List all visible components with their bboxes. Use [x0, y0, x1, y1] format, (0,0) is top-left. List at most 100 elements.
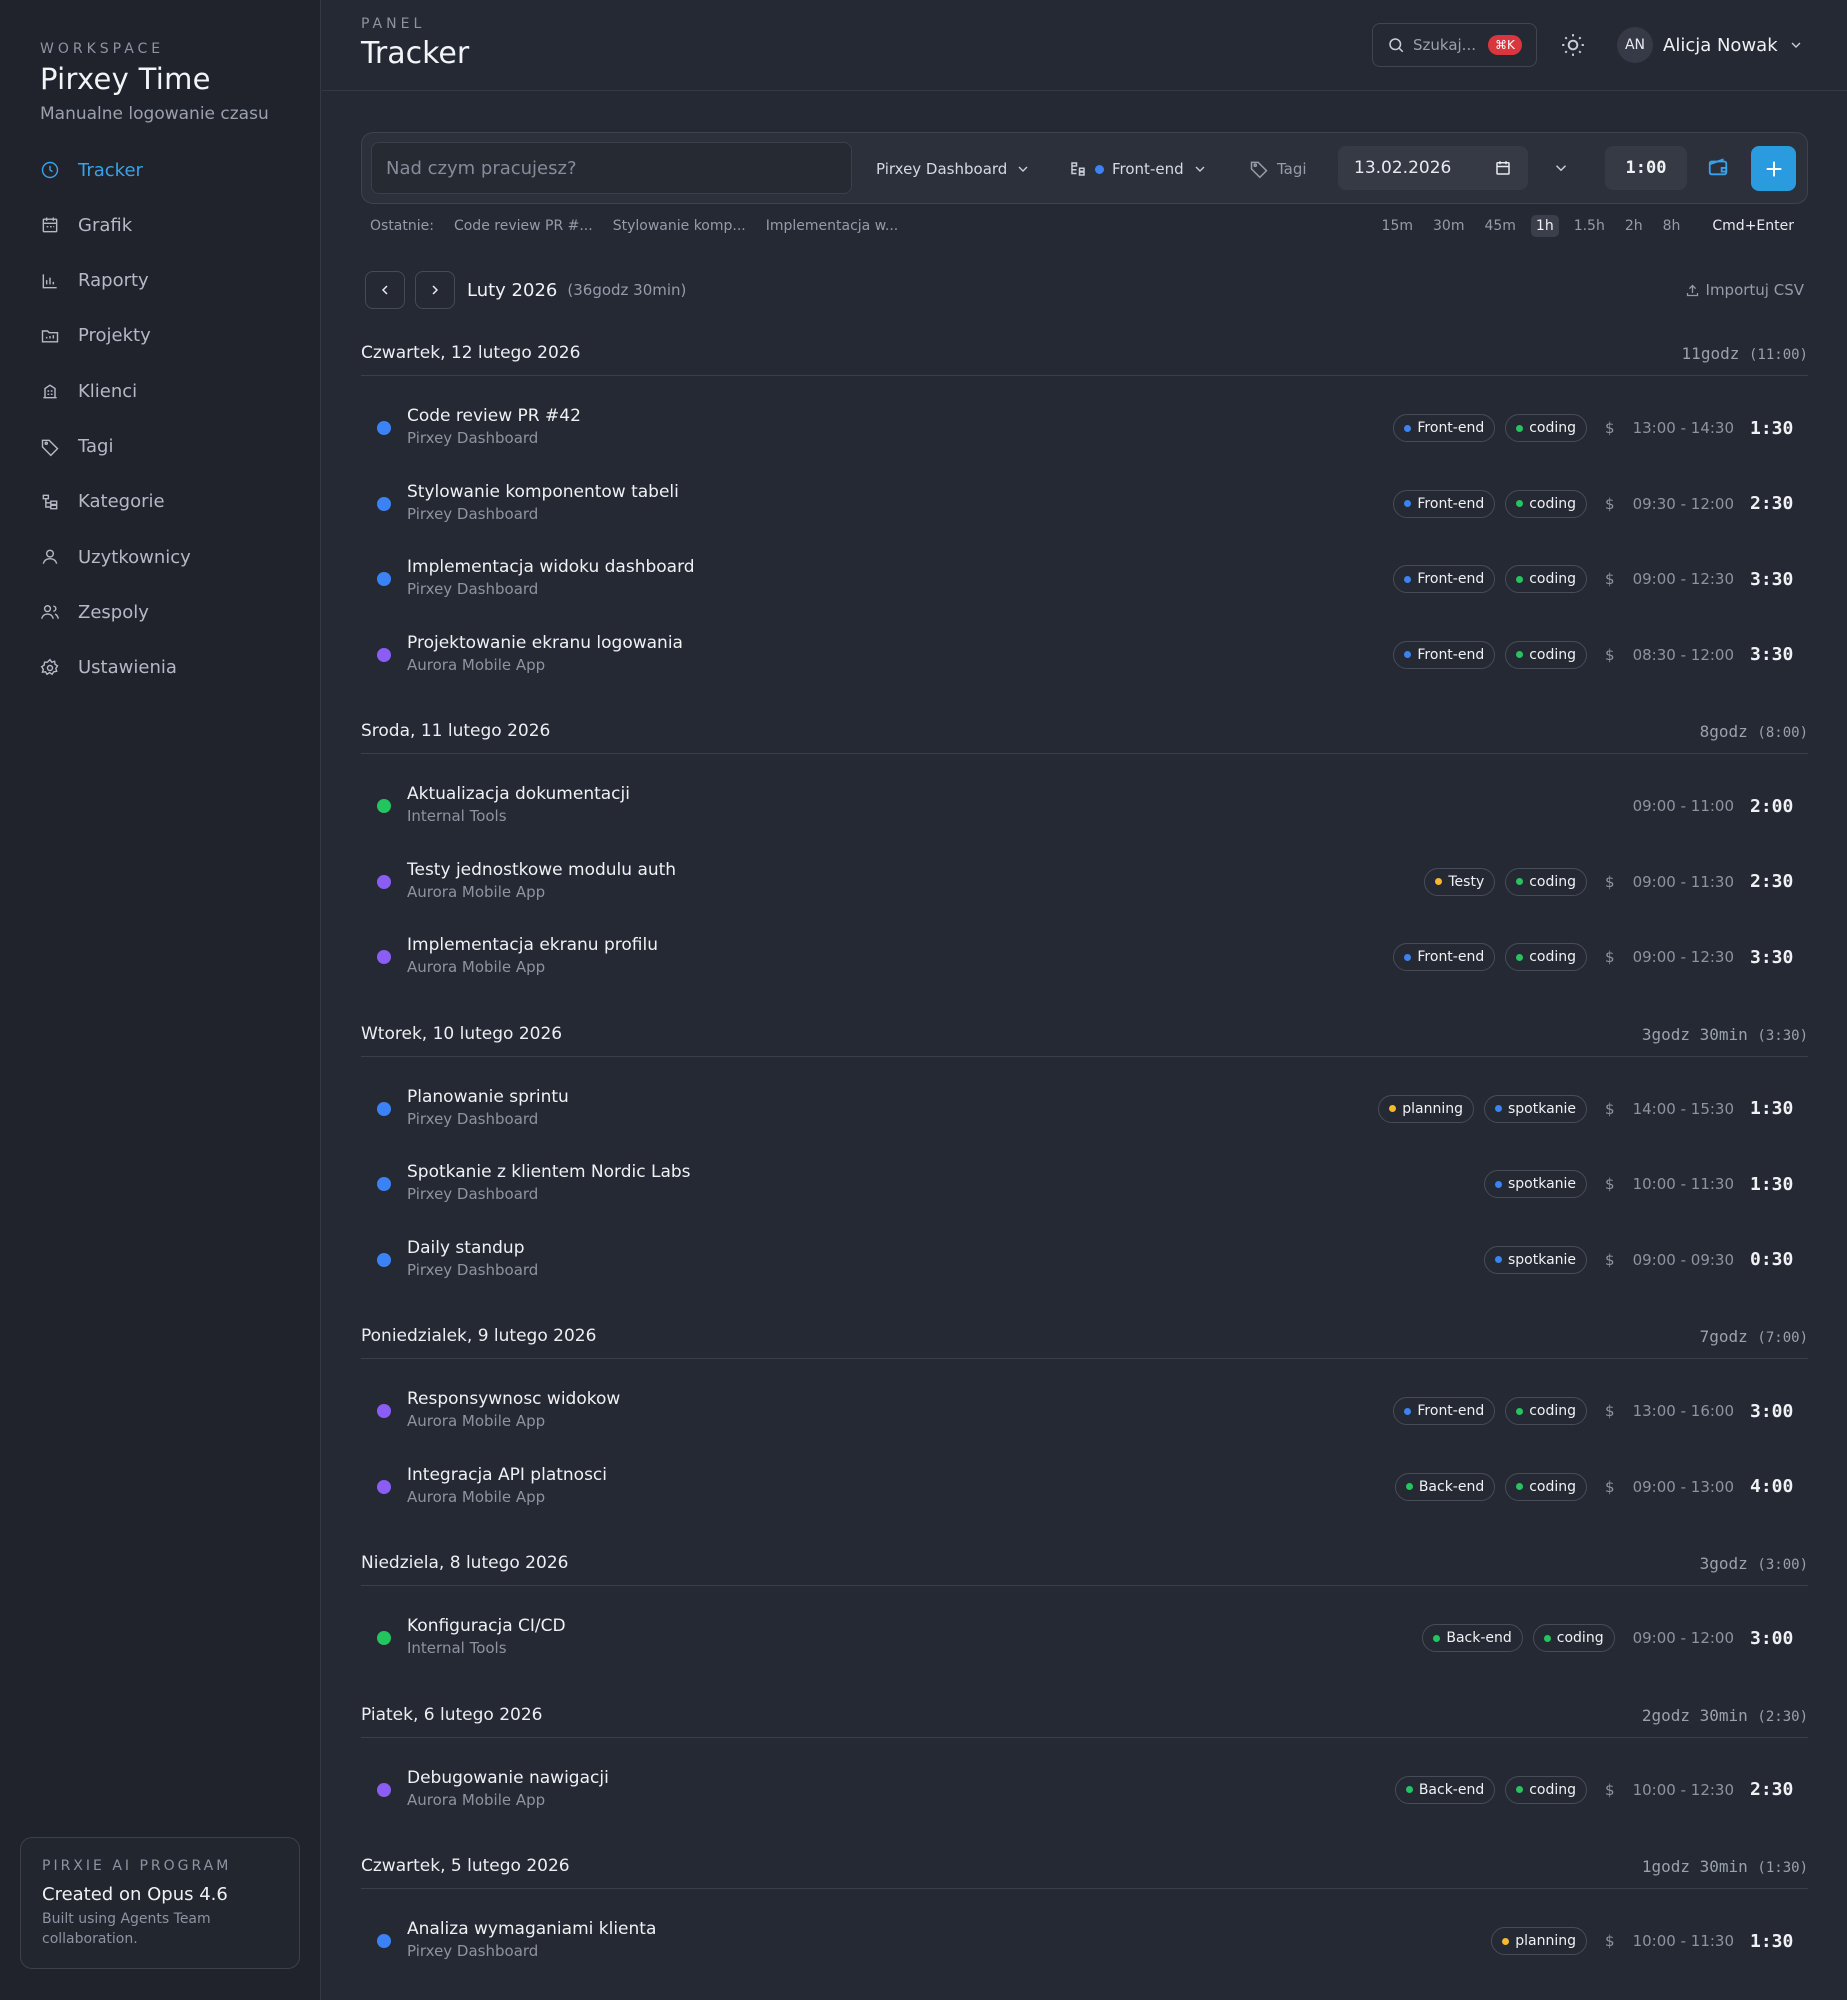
recent-entries: Ostatnie: Code review PR #... Stylowanie …: [370, 218, 898, 234]
billable-dollar-icon: $: [1605, 948, 1615, 966]
tag-label: Front-end: [1417, 949, 1485, 965]
tag-badge[interactable]: Back-end: [1422, 1624, 1523, 1652]
day-total-value: 7godz: [1699, 1327, 1748, 1346]
project-color-dot: [377, 1404, 391, 1418]
time-entry-row[interactable]: Responsywnosc widokow Aurora Mobile App Fr…: [361, 1386, 1808, 1446]
tag-badge[interactable]: Front-end: [1393, 943, 1496, 971]
tag-badge[interactable]: Front-end: [1393, 1397, 1496, 1425]
sidebar-item-zespoly[interactable]: Zespoly: [40, 595, 300, 629]
entry-title: Implementacja widoku dashboard: [407, 557, 695, 577]
billable-toggle[interactable]: [1707, 156, 1731, 180]
time-entry-row[interactable]: Implementacja ekranu profilu Aurora Mobil…: [361, 932, 1808, 992]
time-entry-row[interactable]: Stylowanie komponentow tabeli Pirxey Dash…: [361, 479, 1808, 539]
sidebar-item-tracker[interactable]: Tracker: [40, 153, 300, 187]
category-select[interactable]: Front-end: [1069, 157, 1208, 181]
tag-badge[interactable]: coding: [1505, 565, 1588, 593]
tag-badge[interactable]: spotkanie: [1483, 1094, 1588, 1123]
tag-badge[interactable]: coding: [1505, 1397, 1588, 1425]
previous-month-button[interactable]: [365, 271, 405, 309]
day-header: Niedziela, 8 lutego 2026 3godz (3:00): [361, 1553, 1808, 1575]
tag-badge[interactable]: Back-end: [1394, 1472, 1496, 1501]
tag-badge[interactable]: coding: [1505, 414, 1588, 442]
import-csv-button[interactable]: Importuj CSV: [1685, 281, 1804, 299]
tag-badge[interactable]: planning: [1491, 1927, 1588, 1955]
tag-badge[interactable]: coding: [1505, 489, 1588, 518]
tag-badge[interactable]: Front-end: [1393, 640, 1496, 669]
time-entry-row[interactable]: Daily standup Pirxey Dashboard spotkanie $0…: [361, 1235, 1808, 1295]
calendar-icon: [1496, 161, 1510, 175]
tag-badge[interactable]: Back-end: [1394, 1775, 1496, 1804]
time-entry-row[interactable]: Aktualizacja dokumentacji Internal Tools 0…: [361, 781, 1808, 841]
day-total: 2godz 30min (2:30): [1642, 1706, 1808, 1725]
recent-entry-chip[interactable]: Implementacja w...: [766, 218, 898, 234]
date-value: 13.02.2026: [1354, 158, 1452, 178]
sidebar-item-kategorie[interactable]: Kategorie: [40, 485, 300, 519]
sidebar-item-ustawienia[interactable]: Ustawienia: [40, 651, 300, 685]
tag-badge[interactable]: coding: [1505, 640, 1588, 669]
time-entry-row[interactable]: Projektowanie ekranu logowania Aurora Mob…: [361, 630, 1808, 690]
time-entry-row[interactable]: Code review PR #42 Pirxey Dashboard Front-…: [361, 403, 1808, 463]
tag-badge[interactable]: spotkanie: [1483, 1170, 1588, 1198]
tag-badge[interactable]: Testy: [1424, 867, 1496, 896]
entry-meta: Back-end coding $09:00 - 13:00 4:00: [1394, 1472, 1793, 1502]
quick-duration-15m[interactable]: 15m: [1377, 215, 1418, 237]
entry-duration: 1:30: [1750, 1930, 1794, 1952]
add-entry-button[interactable]: [1751, 146, 1796, 191]
time-entry-row[interactable]: Spotkanie z klientem Nordic Labs Pirxey D…: [361, 1159, 1808, 1219]
next-month-button[interactable]: [415, 271, 455, 309]
recent-entry-chip[interactable]: Stylowanie komp...: [613, 218, 746, 234]
date-input[interactable]: 13.02.2026: [1338, 146, 1528, 190]
quick-duration-30m[interactable]: 30m: [1428, 215, 1469, 237]
time-entry-row[interactable]: Testy jednostkowe modulu auth Aurora Mobi…: [361, 857, 1808, 917]
search-button[interactable]: Szukaj... ⌘K: [1372, 23, 1537, 67]
project-select[interactable]: Pirxey Dashboard: [876, 157, 1031, 181]
sidebar-item-projekty[interactable]: Projekty: [40, 319, 300, 353]
time-entry-row[interactable]: Planowanie sprintu Pirxey Dashboard planni…: [361, 1084, 1808, 1144]
quick-duration-45m[interactable]: 45m: [1479, 215, 1520, 237]
tag-badge[interactable]: coding: [1505, 943, 1588, 971]
date-dropdown-button[interactable]: [1552, 159, 1570, 181]
project-select-value: Pirxey Dashboard: [876, 160, 1008, 178]
tag-label: coding: [1529, 1403, 1577, 1419]
tag-badge[interactable]: coding: [1532, 1624, 1615, 1652]
sidebar-item-tagi[interactable]: Tagi: [40, 430, 300, 464]
entry-title: Daily standup: [407, 1237, 525, 1258]
time-entry-row[interactable]: Analiza wymaganiami klienta Pirxey Dashbo…: [361, 1916, 1808, 1976]
tag-badge[interactable]: coding: [1505, 867, 1588, 896]
entry-meta: Back-end coding 09:00 - 12:00 3:00: [1422, 1623, 1793, 1653]
user-menu[interactable]: AN Alicja Nowak: [1617, 26, 1804, 64]
tag-label: Back-end: [1418, 1781, 1485, 1798]
billable-dollar-icon: $: [1605, 1932, 1615, 1950]
promo-title: Created on Opus 4.6: [42, 1884, 228, 1905]
quick-duration-2h[interactable]: 2h: [1620, 215, 1648, 237]
tag-badge[interactable]: spotkanie: [1483, 1245, 1588, 1274]
description-input[interactable]: [371, 142, 852, 194]
tag-badge[interactable]: Front-end: [1393, 414, 1496, 442]
quick-duration-1-5h[interactable]: 1.5h: [1569, 215, 1610, 237]
sidebar-item-raporty[interactable]: Raporty: [40, 264, 300, 298]
duration-input[interactable]: 1:00: [1605, 146, 1687, 190]
time-entry-row[interactable]: Implementacja widoku dashboard Pirxey Das…: [361, 554, 1808, 614]
sidebar-item-grafik[interactable]: Grafik: [40, 208, 300, 242]
tag-badge[interactable]: coding: [1505, 1472, 1588, 1501]
time-entry-row[interactable]: Integracja API platnosci Aurora Mobile Ap…: [361, 1462, 1808, 1522]
recent-entry-chip[interactable]: Code review PR #...: [454, 218, 593, 234]
quick-duration-1h[interactable]: 1h: [1530, 215, 1559, 237]
sidebar-item-uzytkownicy[interactable]: Uzytkownicy: [40, 540, 300, 574]
time-entry-row[interactable]: Konfiguracja CI/CD Internal Tools Back-end…: [361, 1613, 1808, 1673]
entry-meta: Front-end coding $09:30 - 12:00 2:30: [1393, 489, 1793, 519]
entry-time-range: 10:00 - 11:30: [1632, 1932, 1734, 1950]
tag-color-dot: [1516, 878, 1524, 885]
entry-title: Code review PR #42: [407, 406, 581, 426]
tag-badge[interactable]: Front-end: [1393, 489, 1496, 518]
tag-badge[interactable]: planning: [1378, 1094, 1474, 1123]
quick-duration-8h[interactable]: 8h: [1658, 215, 1686, 237]
tags-select[interactable]: Tagi: [1249, 157, 1307, 181]
time-entry-row[interactable]: Debugowanie nawigacji Aurora Mobile App Ba…: [361, 1765, 1808, 1825]
theme-toggle-button[interactable]: [1560, 32, 1586, 58]
entry-title: Konfiguracja CI/CD: [407, 1616, 566, 1636]
sidebar-item-klienci[interactable]: Klienci: [40, 374, 300, 408]
tag-color-dot: [1433, 1634, 1441, 1642]
tag-badge[interactable]: coding: [1505, 1775, 1588, 1804]
tag-badge[interactable]: Front-end: [1393, 565, 1496, 593]
